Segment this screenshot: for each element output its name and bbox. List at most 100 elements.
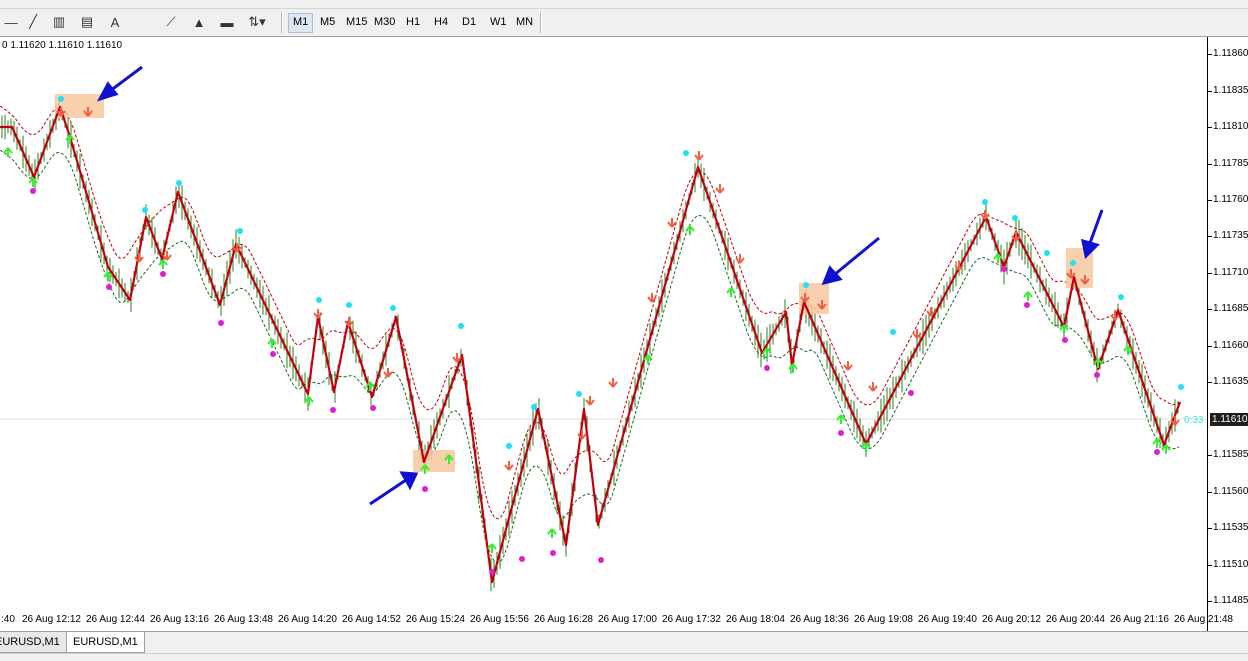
signal-dot [489, 569, 495, 575]
tab-chart-active[interactable]: EURUSD,M1 [66, 632, 145, 653]
time-tick: 26 Aug 12:44 [86, 614, 145, 625]
text-tool-icon[interactable]: A [104, 11, 126, 33]
sell-arrow [313, 309, 323, 319]
price-tick: 1.11785 [1213, 158, 1248, 169]
timeframe-m1[interactable]: M1 [288, 13, 314, 33]
timeframe-m15[interactable]: M15 [342, 13, 371, 31]
price-tick-mark [1208, 164, 1212, 165]
time-tick: 26 Aug 15:24 [406, 614, 465, 625]
time-tick: 26 Aug 16:28 [534, 614, 593, 625]
signal-dot [576, 391, 582, 397]
channel-tool-icon[interactable]: ▥ [48, 11, 70, 33]
line-tool-icon[interactable]: ╱ [22, 11, 44, 33]
price-tick-mark [1208, 200, 1212, 201]
annotation-arrow [1088, 209, 1104, 244]
timeframe-d1[interactable]: D1 [458, 13, 480, 31]
price-tick-mark [1208, 601, 1212, 602]
menu-toolbar-strip [0, 0, 1248, 9]
price-tick: 1.11710 [1213, 267, 1248, 278]
triangle-tool-icon[interactable]: ▲ [188, 11, 210, 33]
signal-dot [683, 150, 689, 156]
tab-chart[interactable]: EURUSD,M1 [0, 632, 67, 653]
sell-arrow [134, 253, 144, 263]
timeframe-h1[interactable]: H1 [402, 13, 424, 31]
annotation-arrow [369, 478, 407, 506]
annotation-arrow [833, 236, 880, 277]
time-tick: 26 Aug 12:12 [22, 614, 81, 625]
timeframe-m30[interactable]: M30 [370, 13, 399, 31]
signal-dot [370, 405, 376, 411]
buy-arrow [1023, 291, 1033, 301]
time-tick: 26 Aug 21:16 [1110, 614, 1169, 625]
price-tick-mark [1208, 565, 1212, 566]
time-tick: 26 Aug 20:44 [1046, 614, 1105, 625]
timeframe-w1[interactable]: W1 [486, 13, 511, 31]
signal-dot [176, 180, 182, 186]
signal-dot [598, 557, 604, 563]
signal-dot [550, 550, 556, 556]
fibo-fan-icon[interactable]: ⟋ [160, 11, 182, 33]
price-bars [1, 98, 1179, 592]
signal-dot [1044, 250, 1050, 256]
fibo-expansion-icon[interactable]: ▤ [76, 11, 98, 33]
buy-arrow [304, 396, 314, 406]
signal-dot [506, 443, 512, 449]
time-tick: 26 Aug 19:08 [854, 614, 913, 625]
signal-dot [58, 96, 64, 102]
price-tick: 1.11585 [1213, 449, 1248, 460]
signal-dot [1094, 372, 1100, 378]
signal-dot [346, 302, 352, 308]
buy-arrow [685, 225, 695, 235]
signal-dot [330, 407, 336, 413]
sell-arrow [735, 254, 745, 264]
rectangle-tool-icon[interactable]: ▬ [216, 11, 238, 33]
price-tick: 1.11685 [1213, 303, 1248, 314]
buy-arrow [158, 259, 168, 269]
signal-dot [908, 390, 914, 396]
signal-markers [3, 96, 1184, 575]
signal-dot [1024, 302, 1030, 308]
signal-dot [106, 284, 112, 290]
buy-arrow [547, 528, 557, 538]
price-tick-mark [1208, 492, 1212, 493]
buy-arrow [788, 363, 798, 373]
sell-arrow [383, 368, 393, 378]
sell-arrow [715, 184, 725, 194]
lower-envelope-line [0, 149, 1180, 564]
price-tick: 1.11835 [1213, 85, 1248, 96]
signal-dot [1070, 260, 1076, 266]
signal-dot [803, 282, 809, 288]
arrows-tool-icon[interactable]: ⇅▾ [246, 11, 268, 33]
sell-arrow [504, 461, 514, 471]
timeframe-mn[interactable]: MN [512, 13, 537, 31]
signal-dot [1118, 294, 1124, 300]
signal-dot [316, 297, 322, 303]
buy-arrow [726, 287, 736, 297]
buy-arrow [103, 271, 113, 281]
sell-arrow [843, 361, 853, 371]
time-tick: 26 Aug 19:40 [918, 614, 977, 625]
timeframe-m5[interactable]: M5 [316, 13, 339, 31]
time-tick: 26 Aug 20:12 [982, 614, 1041, 625]
signal-dot [458, 323, 464, 329]
sell-arrow [667, 218, 677, 228]
crosshair-icon[interactable]: — [0, 11, 22, 33]
price-chart[interactable] [0, 37, 1208, 631]
buy-arrow [3, 147, 13, 157]
time-tick: 26 Aug 13:16 [150, 614, 209, 625]
price-tick-mark [1208, 91, 1212, 92]
price-tick-mark [1208, 382, 1212, 383]
buy-arrow [28, 177, 38, 187]
timeframe-h4[interactable]: H4 [430, 13, 452, 31]
chart-ohlc-info: 0 1.11620 1.11610 1.11610 [2, 40, 123, 51]
buy-arrow [65, 134, 75, 144]
price-tick-mark [1208, 127, 1212, 128]
price-tick-mark [1208, 309, 1212, 310]
signal-dot [1062, 337, 1068, 343]
price-tick-mark [1208, 528, 1212, 529]
price-tick-mark [1208, 455, 1212, 456]
price-tick: 1.11810 [1213, 121, 1248, 132]
annotation-arrowhead [96, 81, 119, 102]
signal-dot [519, 556, 525, 562]
time-tick: 26 Aug 18:04 [726, 614, 785, 625]
